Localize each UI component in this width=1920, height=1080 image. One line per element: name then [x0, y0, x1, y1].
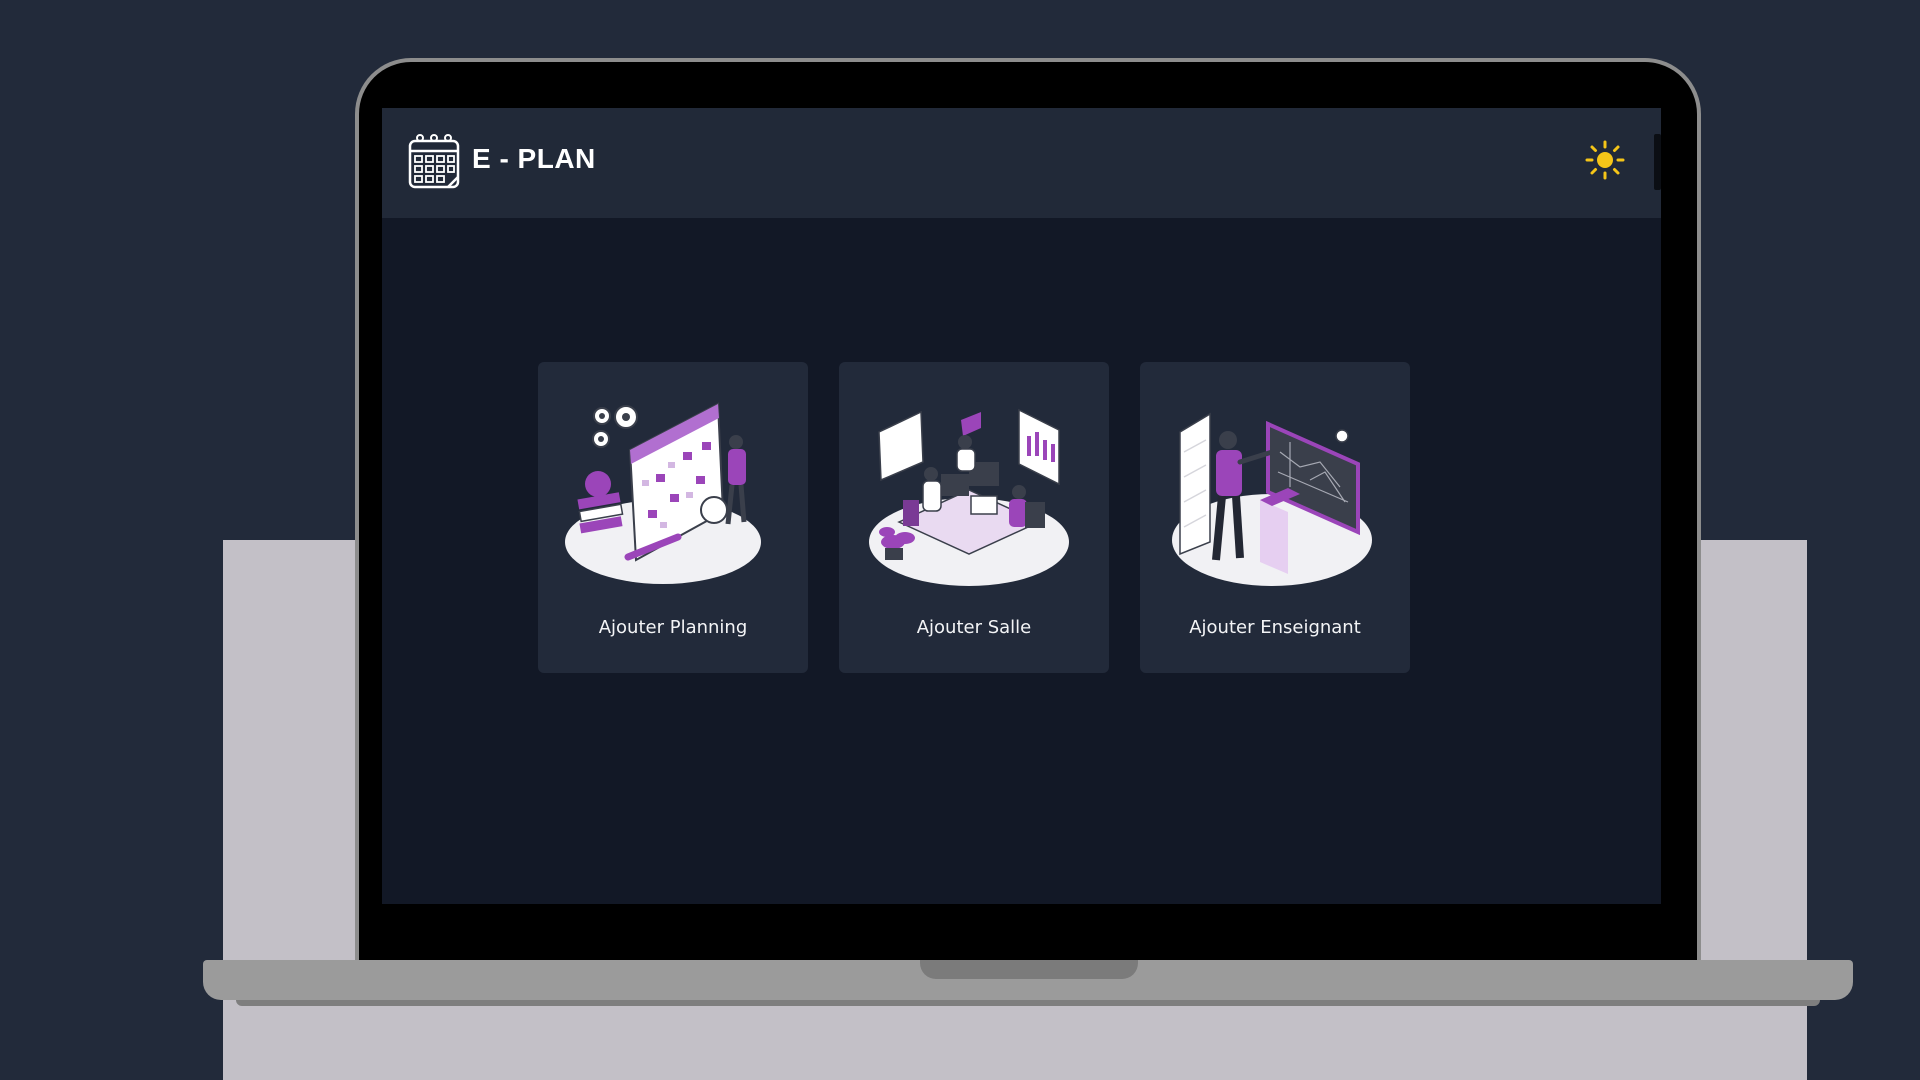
calendar-icon [408, 132, 462, 190]
card-label: Ajouter Planning [598, 617, 748, 638]
app-header: E - PLAN [382, 108, 1661, 218]
scrollbar-edge [1654, 134, 1661, 190]
room-illustration [869, 408, 1069, 586]
card-label: Ajouter Salle [916, 617, 1032, 638]
app-title: E - PLAN [472, 143, 596, 174]
laptop-screen: E - PLAN Ajouter Planning Ajouter Salle … [382, 108, 1661, 904]
laptop-notch [920, 960, 1138, 979]
add-teacher-card[interactable]: Ajouter Enseignant [1140, 362, 1410, 673]
add-room-card[interactable]: Ajouter Salle [839, 362, 1109, 673]
card-label: Ajouter Enseignant [1189, 617, 1361, 638]
theme-toggle-button[interactable] [1585, 140, 1625, 180]
add-planning-card[interactable]: Ajouter Planning [538, 362, 808, 673]
sun-icon [1585, 140, 1625, 180]
teacher-illustration [1172, 412, 1372, 586]
planning-illustration [565, 402, 761, 584]
